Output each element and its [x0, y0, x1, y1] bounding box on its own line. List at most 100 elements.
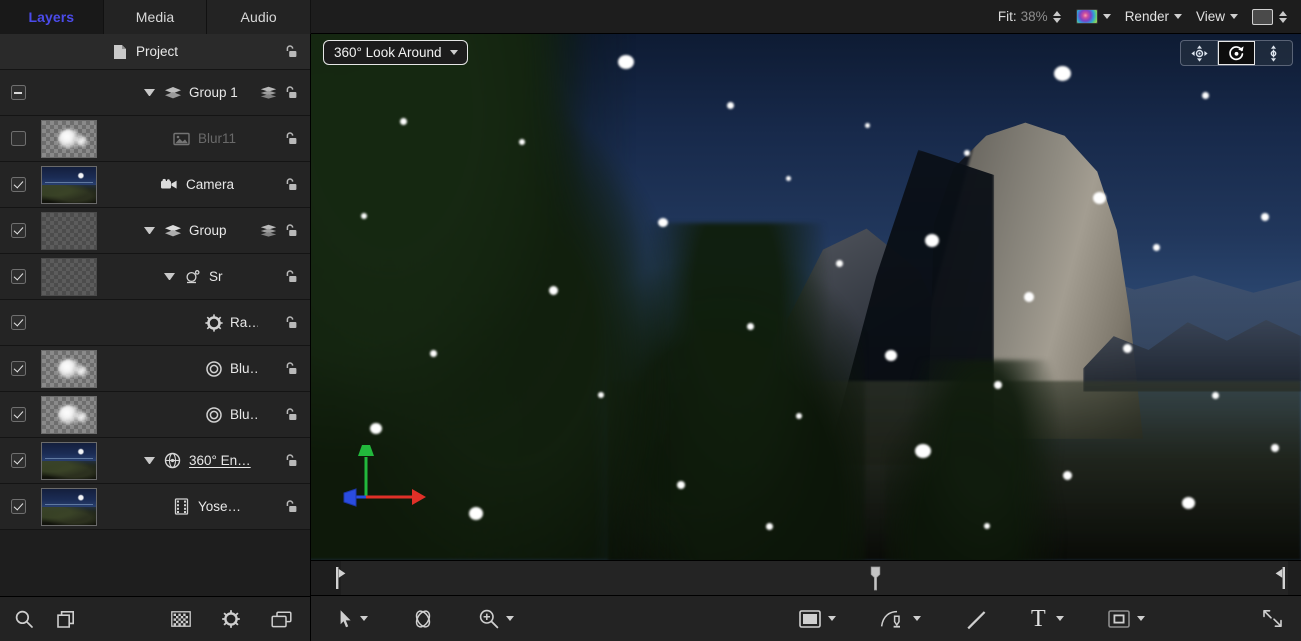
dolly-tool-button[interactable]	[1255, 41, 1292, 65]
background-stepper-icon[interactable]	[1278, 11, 1288, 23]
blend-mode-icon[interactable]	[260, 86, 277, 100]
fit-stepper-icon[interactable]	[1052, 11, 1062, 23]
layer-controls-cell[interactable]	[258, 85, 310, 100]
layer-controls-cell[interactable]	[258, 315, 310, 330]
layer-row-sr[interactable]: Sr	[0, 254, 310, 300]
in-point-marker[interactable]	[336, 567, 347, 589]
tab-media[interactable]: Media	[104, 0, 208, 34]
view-layout-popup[interactable]: 360° Look Around	[323, 40, 468, 65]
enable-checkbox-cell[interactable]	[0, 131, 36, 146]
layer-row-360-environment[interactable]: 360° En…	[0, 438, 310, 484]
disclosure-triangle-icon[interactable]	[144, 227, 155, 234]
layer-controls-cell[interactable]	[258, 453, 310, 468]
viewer-scrubber[interactable]	[311, 560, 1301, 596]
unlocked-icon[interactable]	[283, 269, 298, 284]
layer-row-group-1[interactable]: Group 1	[0, 70, 310, 116]
enable-checkbox[interactable]	[11, 453, 26, 468]
bezier-pen-icon[interactable]	[880, 608, 906, 630]
layer-controls-cell[interactable]	[258, 407, 310, 422]
unlocked-icon[interactable]	[283, 361, 298, 376]
3d-transform-icon[interactable]	[412, 608, 434, 630]
viewer-canvas[interactable]: 360° Look Around	[311, 34, 1301, 560]
scrubber-track[interactable]	[341, 561, 1288, 595]
disclosure-triangle-icon[interactable]	[164, 273, 175, 280]
blend-mode-icon[interactable]	[260, 224, 277, 238]
zoom-magnifier-icon[interactable]	[478, 608, 499, 629]
arrow-select-icon[interactable]	[339, 609, 353, 629]
expand-arrows-icon[interactable]	[1262, 608, 1283, 629]
layer-row-ra[interactable]: Ra…	[0, 300, 310, 346]
enable-checkbox-cell[interactable]	[0, 453, 36, 468]
enable-checkbox-cell[interactable]	[0, 499, 36, 514]
playhead[interactable]	[870, 566, 881, 591]
unlocked-icon[interactable]	[283, 499, 298, 514]
fit-zoom-control[interactable]: Fit: 38%	[998, 9, 1062, 24]
unlocked-icon[interactable]	[283, 407, 298, 422]
chevron-down-icon[interactable]	[913, 616, 921, 621]
text-tool-icon[interactable]: T	[1031, 607, 1046, 631]
enable-checkbox[interactable]	[11, 407, 26, 422]
chevron-down-icon[interactable]	[360, 616, 368, 621]
enable-checkbox[interactable]	[11, 269, 26, 284]
layer-controls-cell[interactable]	[258, 269, 310, 284]
enable-checkbox[interactable]	[11, 223, 26, 238]
enable-checkbox[interactable]	[11, 85, 26, 100]
unlocked-icon[interactable]	[283, 131, 298, 146]
pan-tool-button[interactable]	[1181, 41, 1218, 65]
chevron-down-icon[interactable]	[1056, 616, 1064, 621]
rectangle-shape-icon[interactable]	[799, 610, 821, 628]
unlocked-icon[interactable]	[283, 177, 298, 192]
layer-controls-cell[interactable]	[258, 499, 310, 514]
disclosure-triangle-icon[interactable]	[144, 457, 155, 464]
background-color-menu[interactable]	[1252, 9, 1288, 25]
color-channels-menu[interactable]	[1076, 9, 1111, 24]
layer-controls-cell[interactable]	[258, 177, 310, 192]
layer-row-project[interactable]: Project	[0, 34, 310, 70]
layer-row-blur-b[interactable]: Blu…	[0, 392, 310, 438]
search-icon[interactable]	[14, 609, 34, 629]
paint-stroke-icon[interactable]	[965, 608, 987, 630]
gear-icon[interactable]	[221, 609, 241, 629]
enable-checkbox[interactable]	[11, 177, 26, 192]
out-point-marker[interactable]	[1274, 567, 1285, 589]
layer-row-group[interactable]: Group	[0, 208, 310, 254]
enable-checkbox-cell[interactable]	[0, 407, 36, 422]
enable-checkbox[interactable]	[11, 499, 26, 514]
chevron-down-icon[interactable]	[828, 616, 836, 621]
layer-row-blur-a[interactable]: Blu…	[0, 346, 310, 392]
layer-row-yosemite[interactable]: Yose…	[0, 484, 310, 530]
checkerboard-icon[interactable]	[171, 611, 191, 627]
enable-checkbox[interactable]	[11, 131, 26, 146]
unlocked-icon[interactable]	[283, 44, 298, 59]
enable-checkbox-cell[interactable]	[0, 269, 36, 284]
unlocked-icon[interactable]	[283, 315, 298, 330]
enable-checkbox-cell[interactable]	[0, 361, 36, 376]
enable-checkbox[interactable]	[11, 361, 26, 376]
duplicate-layers-icon[interactable]	[271, 611, 292, 628]
tab-audio[interactable]: Audio	[207, 0, 311, 34]
orbit-tool-button[interactable]	[1218, 41, 1255, 65]
enable-checkbox-cell[interactable]	[0, 223, 36, 238]
render-menu[interactable]: Render	[1125, 9, 1182, 24]
enable-checkbox-cell[interactable]	[0, 85, 36, 100]
layer-row-blur11[interactable]: Blur11	[0, 116, 310, 162]
unlocked-icon[interactable]	[283, 85, 298, 100]
chevron-down-icon[interactable]	[1137, 616, 1145, 621]
layer-controls-cell[interactable]	[258, 131, 310, 146]
view-menu[interactable]: View	[1196, 9, 1238, 24]
enable-checkbox[interactable]	[11, 315, 26, 330]
layer-controls-cell[interactable]	[258, 223, 310, 238]
project-lock-cell[interactable]	[258, 44, 310, 59]
mask-rectangle-icon[interactable]	[1108, 610, 1130, 628]
unlocked-icon[interactable]	[283, 453, 298, 468]
unlocked-icon[interactable]	[283, 223, 298, 238]
layer-controls-cell[interactable]	[258, 361, 310, 376]
tab-layers[interactable]: Layers	[0, 0, 104, 34]
disclosure-triangle-icon[interactable]	[144, 89, 155, 96]
new-group-icon[interactable]	[56, 610, 76, 629]
chevron-down-icon[interactable]	[506, 616, 514, 621]
layer-row-camera[interactable]: Camera	[0, 162, 310, 208]
layer-list[interactable]: Project	[0, 34, 310, 596]
enable-checkbox-cell[interactable]	[0, 315, 36, 330]
3d-axis-gizmo[interactable]	[342, 439, 428, 511]
